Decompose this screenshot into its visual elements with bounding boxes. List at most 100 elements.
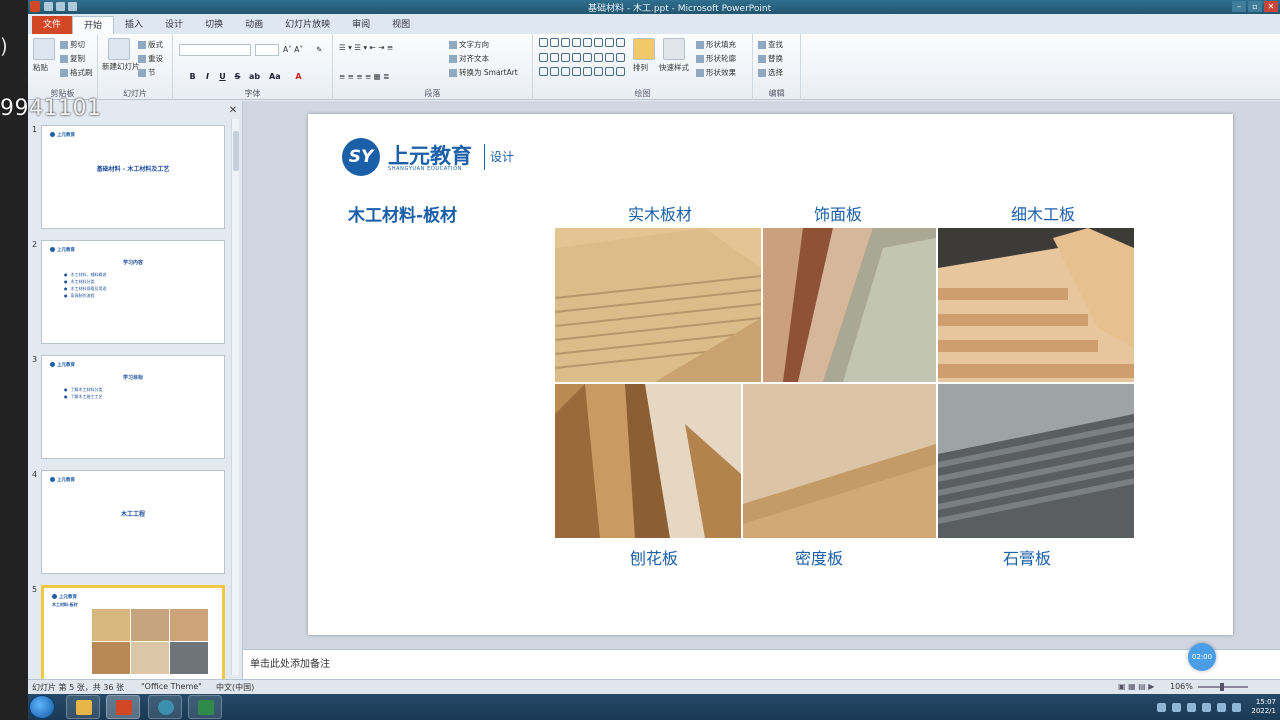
copy-button[interactable]: 复制 [60,53,85,64]
reset-button[interactable]: 重设 [138,53,163,64]
tab-view[interactable]: 视图 [381,16,421,34]
thumbnail-card[interactable]: 上元教育 木工工程 [41,470,225,574]
arrange-icon[interactable] [633,38,655,60]
maximize-button[interactable]: ▫ [1248,1,1262,12]
caption-solid-wood[interactable]: 实木板材 [628,201,692,225]
slide-thumbnail-3[interactable]: 3 上元教育 学习目标 了解木工材料分类 了解木工施工工艺 [28,355,233,465]
tray-icon[interactable] [1202,702,1212,712]
thumbnail-card[interactable]: 上元教育 学习内容 木工材料、辅料概述 木工材料分类 木工材料规格及用途 家具制… [41,240,225,344]
bullets-icon[interactable]: ☰ ▾ ☰ ▾ ⇤ ⇥ ≡ [339,42,393,53]
paste-icon[interactable] [33,38,55,60]
section-button[interactable]: 节 [138,67,156,78]
format-painter-button[interactable]: 格式刷 [60,67,93,78]
thumbnail-card[interactable]: 上元教育 基础材料 - 木工材料及工艺 [41,125,225,229]
font-size-combo[interactable] [255,44,279,56]
clear-format-icon[interactable]: ✎ [316,44,322,55]
quick-styles-button[interactable]: 快速样式 [659,62,689,73]
brush-icon [60,69,68,77]
tab-review[interactable]: 审阅 [341,16,381,34]
tray-icon[interactable] [1172,702,1182,712]
notes-pane[interactable]: 单击此处添加备注 02:00 [243,643,1280,679]
taskbar-app[interactable] [148,695,182,719]
tray-icon[interactable] [1187,702,1197,712]
tab-file[interactable]: 文件 [32,16,73,34]
find-button[interactable]: 查找 [758,39,783,50]
view-buttons[interactable]: ▣ ▦ ▤ ▶ [1118,682,1154,691]
tab-animations[interactable]: 动画 [234,16,274,34]
zoom-level[interactable]: 106% [1170,682,1193,691]
slide-thumbnail-4[interactable]: 4 上元教育 木工工程 [28,470,233,580]
clock[interactable]: 15:07 2022/1 [1247,698,1276,716]
bold-button[interactable]: B [187,71,198,82]
cut-button[interactable]: 剪切 [60,39,85,50]
replace-icon [758,55,766,63]
shapes-gallery[interactable] [539,38,625,80]
caption-particle-board[interactable]: 刨花板 [630,545,678,569]
caption-gypsum-board[interactable]: 石膏板 [1003,545,1051,569]
text-direction-button[interactable]: 文字方向 [449,39,489,50]
tab-insert[interactable]: 插入 [114,16,154,34]
new-slide-icon[interactable] [108,38,130,60]
shape-effects-button[interactable]: 形状效果 [696,67,736,78]
start-button[interactable] [29,695,55,719]
slide-thumbnail-5[interactable]: 5 上元教育 木工材料-板材 [28,585,233,680]
network-icon[interactable] [1217,702,1227,712]
taskbar-explorer[interactable] [66,695,100,719]
quick-styles-icon[interactable] [663,38,685,60]
redo-icon[interactable] [68,2,77,11]
image-gypsum-board[interactable] [938,384,1134,538]
slide-thumbnail-1[interactable]: 1 上元教育 基础材料 - 木工材料及工艺 [28,125,233,235]
arrange-button[interactable]: 排列 [633,62,648,73]
shape-fill-button[interactable]: 形状填充 [696,39,736,50]
italic-button[interactable]: I [202,71,213,82]
notes-placeholder[interactable]: 单击此处添加备注 [250,655,330,670]
slide-thumbnail-2[interactable]: 2 上元教育 学习内容 木工材料、辅料概述 木工材料分类 木工材料规格及用途 家… [28,240,233,350]
language-status[interactable]: 中文(中国) [216,682,254,693]
scrollbar-thumb[interactable] [233,131,239,171]
tray-icon[interactable] [1157,702,1167,712]
tab-home[interactable]: 开始 [72,16,115,34]
image-mdf[interactable] [743,384,936,538]
save-icon[interactable] [44,2,53,11]
image-blockboard[interactable] [938,228,1134,382]
powerpoint-app-icon[interactable] [30,1,40,12]
replace-button[interactable]: 替换 [758,53,783,64]
select-button[interactable]: 选择 [758,67,783,78]
taskbar-excel[interactable] [188,695,222,719]
volume-icon[interactable] [1232,702,1242,712]
grow-font-icon[interactable]: A˄ A˅ [283,44,303,55]
minimize-button[interactable]: – [1232,1,1246,12]
char-spacing-icon[interactable]: ab [249,71,260,82]
image-veneer[interactable] [763,228,936,382]
change-case-icon[interactable]: Aa [269,71,281,82]
recording-badge[interactable]: 02:00 [1188,643,1216,671]
layout-button[interactable]: 版式 [138,39,163,50]
align-icons[interactable]: ≡ ≡ ≡ ≡ ▦ ≣ [339,71,389,82]
zoom-slider[interactable] [1198,683,1248,691]
underline-button[interactable]: U [217,71,228,82]
caption-veneer[interactable]: 饰面板 [814,201,862,225]
new-slide-button[interactable]: 新建幻灯片 [102,62,142,73]
tab-slideshow[interactable]: 幻灯片放映 [274,16,341,34]
close-button[interactable]: ✕ [1264,1,1278,12]
caption-blockboard[interactable]: 细木工板 [1011,201,1075,225]
thumbnail-card-selected[interactable]: 上元教育 木工材料-板材 [41,585,225,680]
font-color-icon[interactable]: A [293,71,304,82]
paste-button[interactable]: 粘贴 [33,62,48,73]
current-slide[interactable]: SY 上元教育 SHANGYUAN EDUCATION 设计 木工材料-板材 实… [308,114,1233,635]
font-name-combo[interactable] [179,44,251,56]
slide-heading[interactable]: 木工材料-板材 [348,201,457,226]
shape-outline-button[interactable]: 形状轮廓 [696,53,736,64]
align-text-button[interactable]: 对齐文本 [449,53,489,64]
thumbnail-card[interactable]: 上元教育 学习目标 了解木工材料分类 了解木工施工工艺 [41,355,225,459]
caption-mdf[interactable]: 密度板 [795,545,843,569]
image-particle-board[interactable] [555,384,741,538]
taskbar-powerpoint[interactable] [106,695,140,719]
smartart-button[interactable]: 转换为 SmartArt [449,67,518,78]
image-solid-wood[interactable] [555,228,761,382]
tab-transitions[interactable]: 切换 [194,16,234,34]
tab-design[interactable]: 设计 [154,16,194,34]
close-panel-icon[interactable]: ✕ [228,105,238,116]
undo-icon[interactable] [56,2,65,11]
strike-button[interactable]: S [232,71,243,82]
